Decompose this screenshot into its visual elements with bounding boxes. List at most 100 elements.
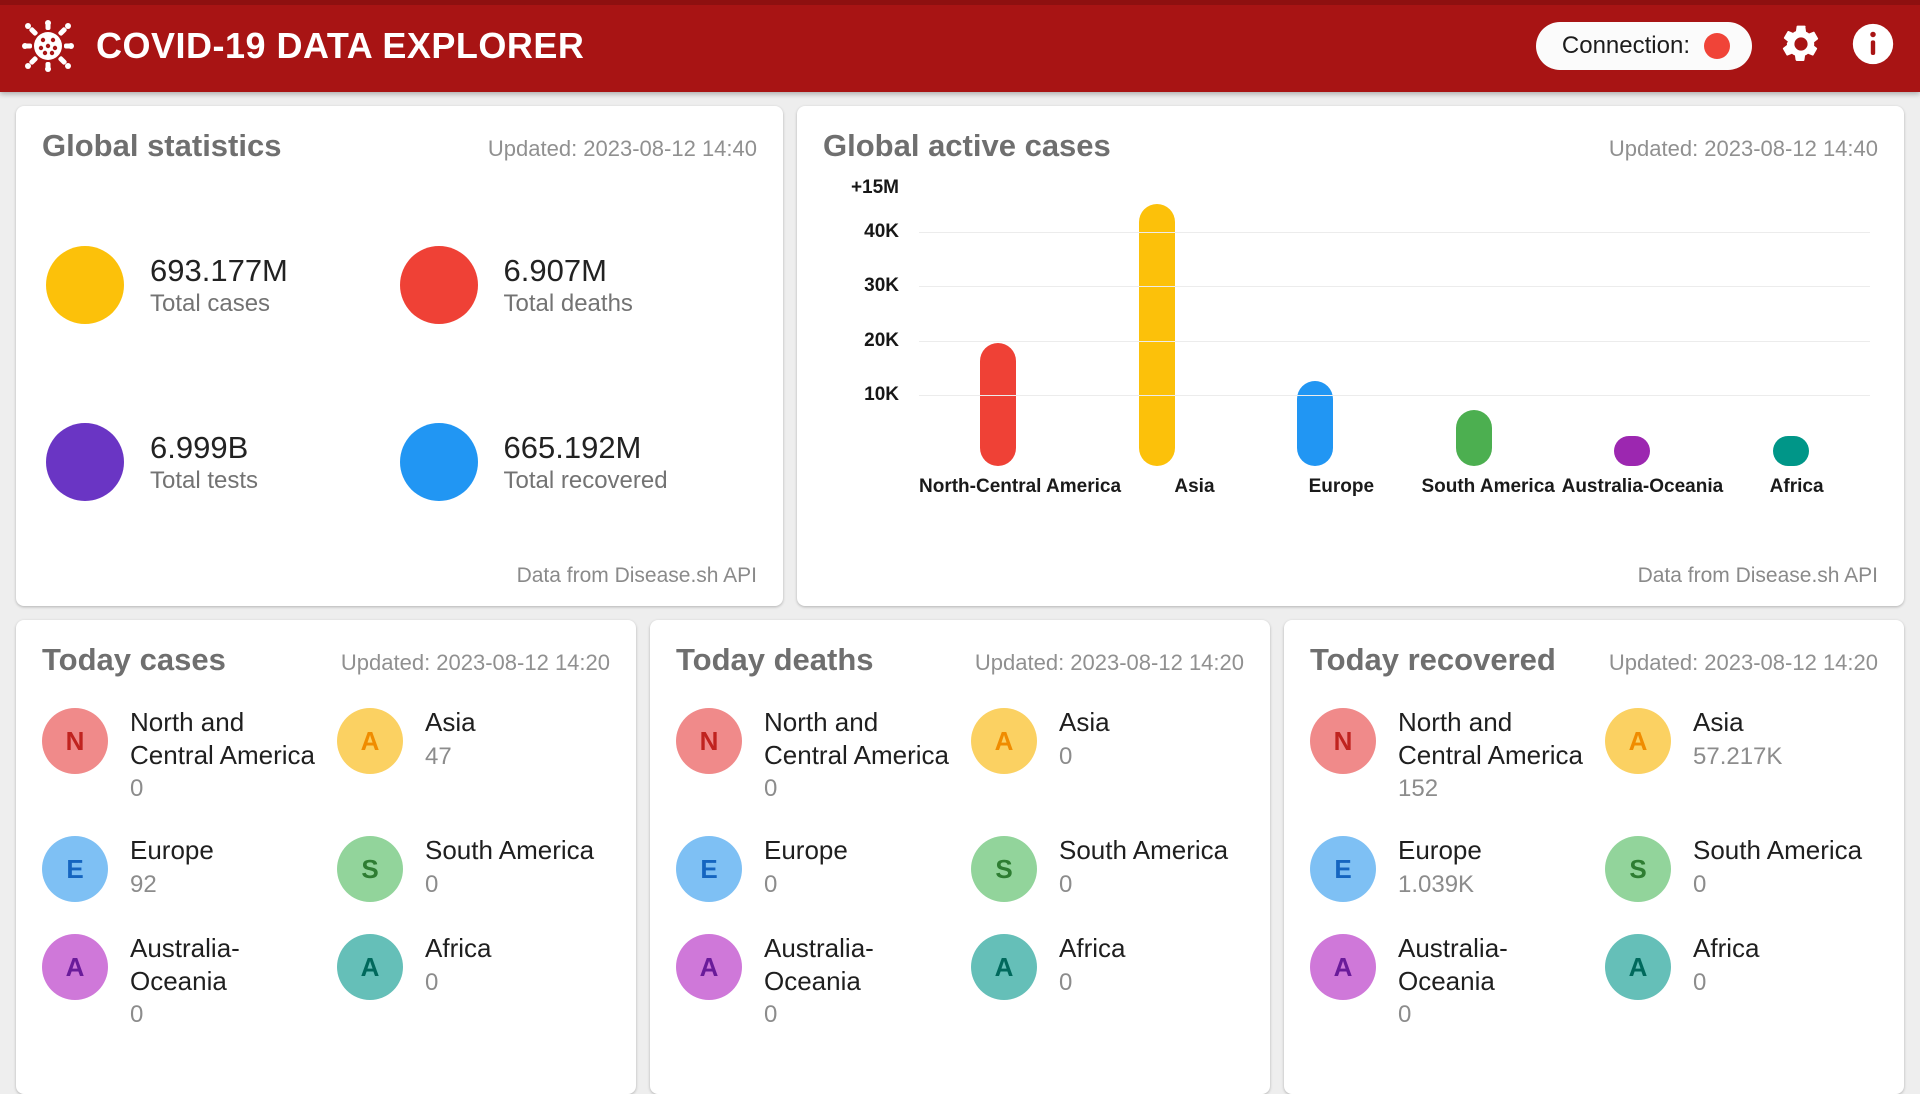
region-value: 57.217K [1693, 742, 1783, 770]
stat-bubble-icon [399, 245, 478, 324]
avatar: E [1310, 836, 1376, 903]
app-header: COVID-19 DATA EXPLORER Connection: [0, 0, 1920, 92]
today-deaths-title: Today deaths [676, 642, 874, 677]
region-value: 0 [1059, 968, 1073, 996]
list-item[interactable]: N North and Central America 0 [42, 704, 315, 804]
avatar: S [337, 836, 403, 903]
list-item[interactable]: E Europe 92 [42, 832, 315, 903]
settings-button[interactable] [1778, 23, 1824, 69]
region-value: 0 [1059, 742, 1073, 770]
stat-text: 6.907M Total deaths [504, 250, 633, 320]
connection-status-dot [1704, 33, 1730, 59]
chart-bar-slot[interactable] [1553, 188, 1712, 466]
global-active-cases-updated: Updated: 2023-08-12 14:40 [1608, 136, 1878, 161]
region-name: North and Central America [130, 707, 315, 770]
stat-value: 6.907M [503, 252, 607, 288]
region-text: Asia 47 [425, 704, 476, 772]
list-item[interactable]: A Africa 0 [337, 930, 610, 1030]
chart-bar-slot[interactable] [919, 188, 1078, 466]
chart-bar[interactable] [980, 343, 1017, 466]
avatar: A [1605, 708, 1671, 774]
connection-status-badge[interactable]: Connection: [1535, 22, 1752, 70]
list-item[interactable]: S South America 0 [971, 832, 1244, 903]
stat-label: Total tests [150, 467, 259, 495]
chart-bar[interactable] [1297, 381, 1334, 466]
info-button[interactable] [1850, 23, 1896, 69]
stat-text: 665.192M Total recovered [504, 427, 668, 497]
region-value: 0 [1059, 870, 1073, 898]
global-statistics-card: Global statistics Updated: 2023-08-12 14… [16, 106, 783, 606]
list-item[interactable]: S South America 0 [1605, 832, 1878, 903]
global-active-cases-footer: Data from Disease.sh API [1637, 564, 1878, 587]
gear-icon [1779, 22, 1823, 71]
list-item[interactable]: A Australia-Oceania 0 [676, 930, 949, 1030]
region-text: South America 0 [1693, 832, 1862, 900]
list-item[interactable]: A Australia-Oceania 0 [42, 930, 315, 1030]
stat-total-recovered: 665.192M Total recovered [399, 375, 754, 548]
region-name: Asia [425, 707, 476, 737]
list-item[interactable]: A Africa 0 [1605, 930, 1878, 1030]
list-item[interactable]: E Europe 0 [676, 832, 949, 903]
chart-bar-slot[interactable] [1712, 188, 1871, 466]
card-header: Global statistics Updated: 2023-08-12 14… [42, 128, 757, 164]
chart-y-tick: 40K [864, 220, 899, 242]
chart-bar-slot[interactable] [1395, 188, 1554, 466]
chart-bar-slot[interactable] [1078, 188, 1237, 466]
region-value: 0 [764, 870, 778, 898]
chart-x-tick: Asia [1174, 476, 1215, 497]
list-item[interactable]: A Asia 47 [337, 704, 610, 804]
list-item[interactable]: A Asia 57.217K [1605, 704, 1878, 804]
card-header: Today recovered Updated: 2023-08-12 14:2… [1310, 642, 1878, 678]
list-item[interactable]: A Asia 0 [971, 704, 1244, 804]
avatar: N [42, 708, 108, 774]
region-text: Europe 0 [764, 832, 848, 900]
list-item[interactable]: E Europe 1.039K [1310, 832, 1583, 903]
region-text: Australia-Oceania 0 [764, 930, 949, 1030]
chart-x-axis: North-Central America Asia Europe South Ame… [919, 476, 1870, 498]
list-item[interactable]: N North and Central America 0 [676, 704, 949, 804]
today-cases-card: Today cases Updated: 2023-08-12 14:20 NN… [16, 620, 636, 1094]
avatar: N [676, 708, 742, 774]
region-name: Africa [425, 933, 492, 964]
avatar: A [42, 934, 108, 1001]
virus-icon [22, 20, 74, 72]
today-recovered-title: Today recovered [1310, 642, 1556, 677]
chart-x-tick: South America [1421, 476, 1555, 497]
today-recovered-region-list: N North and Central America 152 A Asia 57.217… [1310, 704, 1878, 1030]
chart-x-tick: Europe [1308, 476, 1375, 497]
avatar: S [1605, 836, 1671, 903]
list-item[interactable]: S South America 0 [337, 832, 610, 903]
avatar: S [971, 836, 1037, 903]
chart-bar[interactable] [1614, 436, 1651, 466]
global-statistics-title: Global statistics [42, 128, 282, 163]
connection-label: Connection: [1561, 32, 1690, 59]
region-name: South America [1059, 835, 1229, 866]
region-text: North and Central America 0 [764, 704, 949, 804]
stat-total-tests: 6.999B Total tests [46, 375, 400, 548]
today-deaths-region-list: N North and Central America 0 A Asia 0 E Europe… [676, 704, 1244, 1030]
region-value: 0 [1693, 870, 1707, 898]
chart-gridline [919, 340, 1870, 342]
region-name: Australia-Oceania [1398, 933, 1508, 996]
region-text: Australia-Oceania 0 [1398, 930, 1583, 1030]
global-active-cases-title: Global active cases [823, 128, 1111, 163]
region-value: 0 [425, 968, 439, 996]
list-item[interactable]: N North and Central America 152 [1310, 704, 1583, 804]
region-text: Asia 0 [1059, 704, 1110, 772]
chart-gridline [919, 395, 1870, 397]
list-item[interactable]: A Africa 0 [971, 930, 1244, 1030]
brand: COVID-19 DATA EXPLORER [22, 20, 584, 72]
chart-bar-slot[interactable] [1236, 188, 1395, 466]
chart-bar[interactable] [1772, 436, 1809, 466]
region-text: North and Central America 152 [1398, 704, 1583, 804]
region-text: South America 0 [1059, 832, 1228, 900]
chart-bar[interactable] [1138, 204, 1175, 466]
bottom-row: Today cases Updated: 2023-08-12 14:20 NN… [16, 620, 1904, 1094]
chart-y-tick: 10K [864, 384, 899, 406]
region-value: 0 [1398, 1001, 1412, 1029]
list-item[interactable]: A Australia-Oceania 0 [1310, 930, 1583, 1030]
region-name: Africa [1059, 933, 1126, 964]
page-title: COVID-19 DATA EXPLORER [96, 25, 585, 66]
chart-bar[interactable] [1455, 410, 1492, 466]
chart-y-tick: 20K [864, 329, 899, 351]
